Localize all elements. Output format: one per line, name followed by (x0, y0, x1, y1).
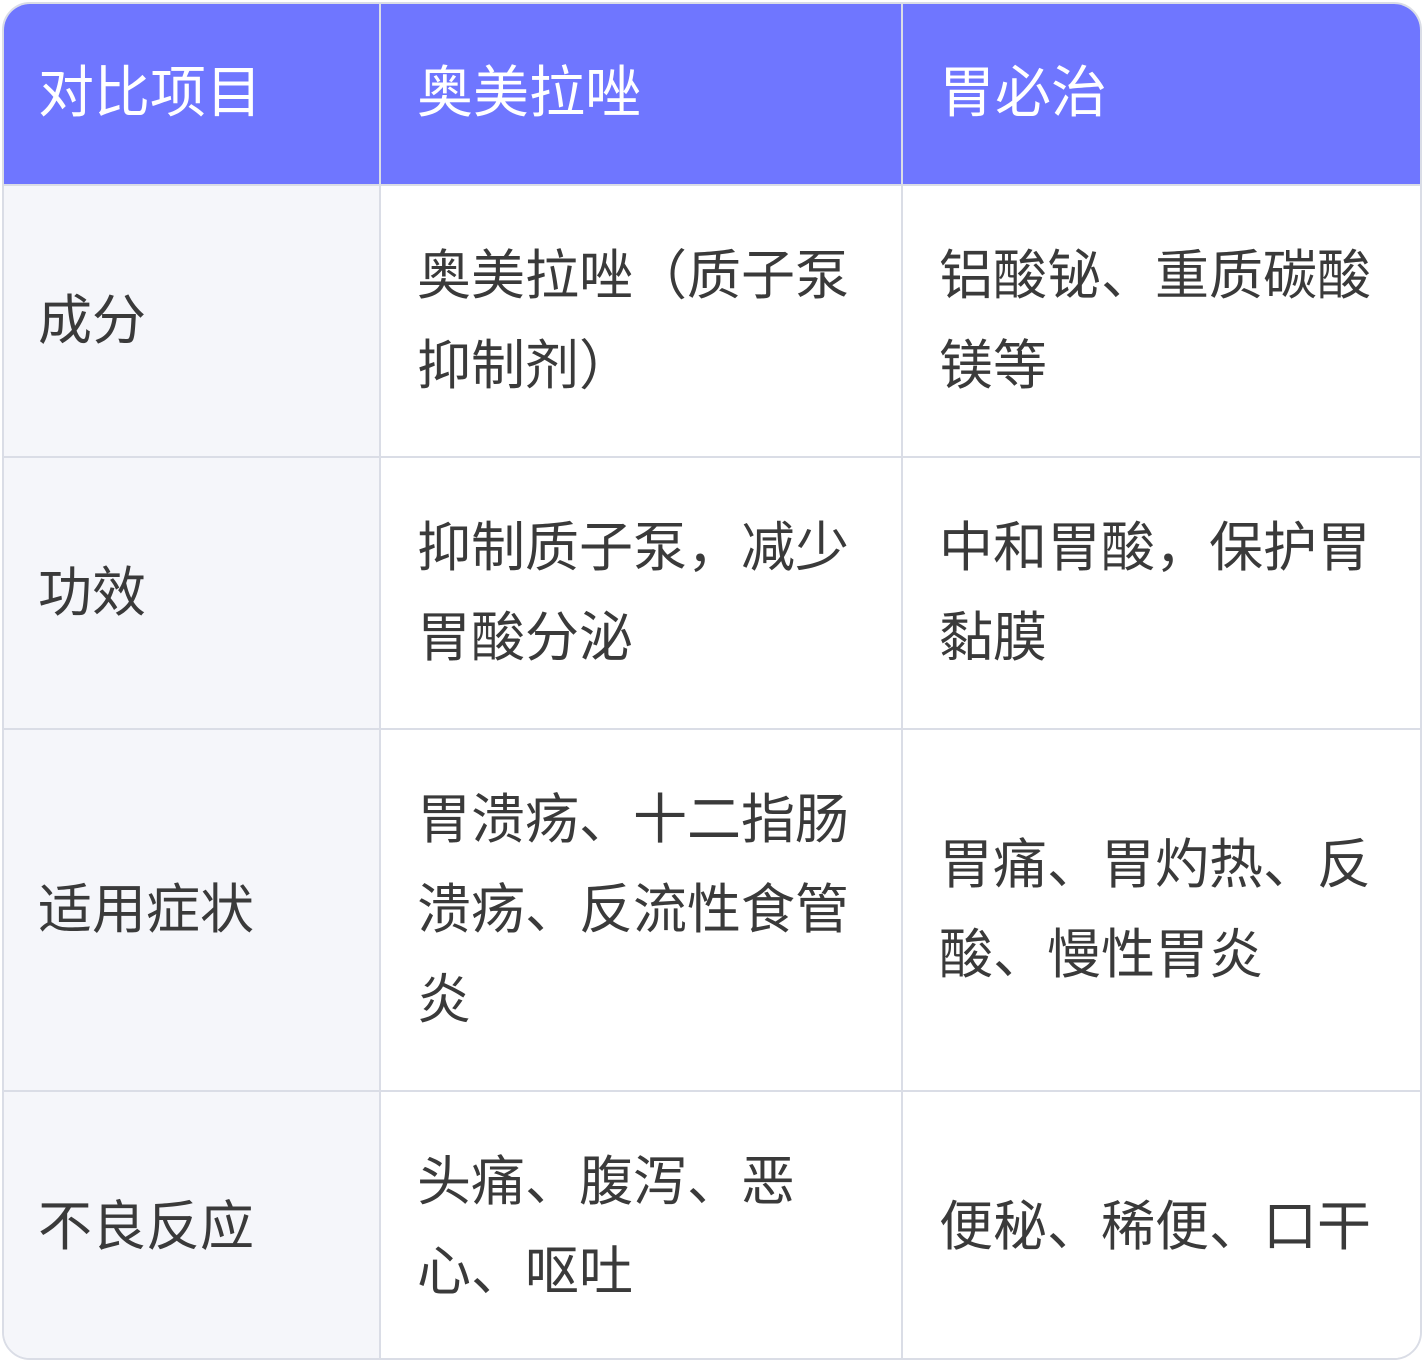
header-omeprazole: 奥美拉唑 (380, 4, 903, 186)
table-row: 不良反应 头痛、腹泻、恶心、呕吐 便秘、稀便、口干 (4, 1091, 1420, 1358)
table-row: 适用症状 胃溃疡、十二指肠溃疡、反流性食管炎 胃痛、胃灼热、反酸、慢性胃炎 (4, 729, 1420, 1092)
comparison-table-card: 对比项目 奥美拉唑 胃必治 成分 奥美拉唑（质子泵抑制剂） 铝酸铋、重质碳酸镁等… (2, 2, 1422, 1360)
cell-weibizhi-ingredients: 铝酸铋、重质碳酸镁等 (902, 185, 1420, 458)
cell-omeprazole-ingredients: 奥美拉唑（质子泵抑制剂） (380, 185, 903, 458)
cell-omeprazole-indications: 胃溃疡、十二指肠溃疡、反流性食管炎 (380, 729, 903, 1092)
comparison-table: 对比项目 奥美拉唑 胃必治 成分 奥美拉唑（质子泵抑制剂） 铝酸铋、重质碳酸镁等… (4, 4, 1420, 1358)
header-row: 对比项目 奥美拉唑 胃必治 (4, 4, 1420, 186)
row-label-ingredients: 成分 (4, 185, 381, 458)
header-weibizhi: 胃必治 (902, 4, 1420, 186)
cell-weibizhi-efficacy: 中和胃酸，保护胃黏膜 (902, 457, 1420, 730)
table-body: 成分 奥美拉唑（质子泵抑制剂） 铝酸铋、重质碳酸镁等 功效 抑制质子泵，减少胃酸… (4, 185, 1420, 1358)
cell-weibizhi-indications: 胃痛、胃灼热、反酸、慢性胃炎 (902, 729, 1420, 1092)
row-label-side-effects: 不良反应 (4, 1091, 381, 1358)
table-row: 功效 抑制质子泵，减少胃酸分泌 中和胃酸，保护胃黏膜 (4, 457, 1420, 730)
row-label-indications: 适用症状 (4, 729, 381, 1092)
cell-omeprazole-efficacy: 抑制质子泵，减少胃酸分泌 (380, 457, 903, 730)
header-comparison-item: 对比项目 (4, 4, 381, 186)
table-header: 对比项目 奥美拉唑 胃必治 (4, 4, 1420, 186)
row-label-efficacy: 功效 (4, 457, 381, 730)
cell-omeprazole-side-effects: 头痛、腹泻、恶心、呕吐 (380, 1091, 903, 1358)
cell-weibizhi-side-effects: 便秘、稀便、口干 (902, 1091, 1420, 1358)
table-row: 成分 奥美拉唑（质子泵抑制剂） 铝酸铋、重质碳酸镁等 (4, 185, 1420, 458)
